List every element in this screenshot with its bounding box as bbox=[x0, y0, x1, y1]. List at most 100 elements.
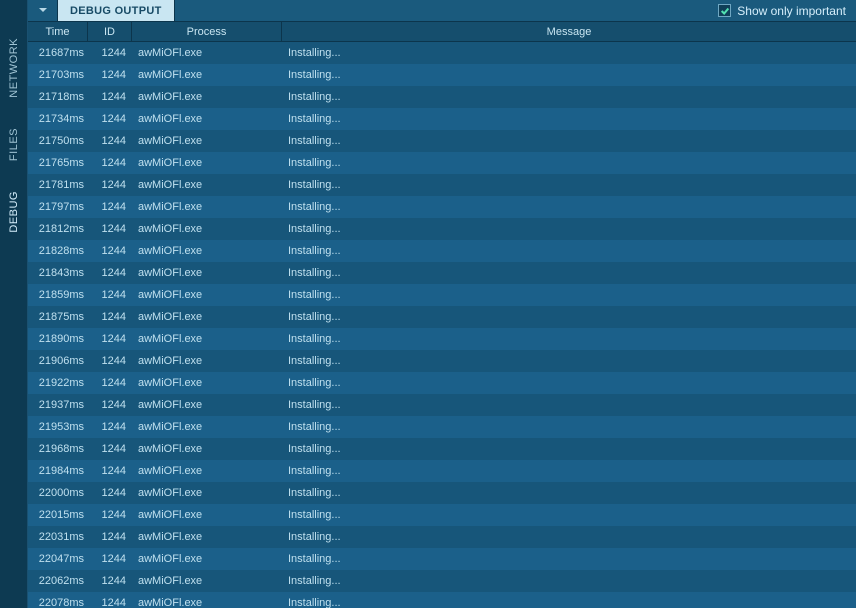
cell-message: Installing... bbox=[282, 135, 856, 147]
table-row[interactable]: 22000ms1244awMiOFl.exeInstalling... bbox=[28, 482, 856, 504]
cell-time: 21703ms bbox=[28, 69, 88, 81]
cell-process: awMiOFl.exe bbox=[132, 201, 282, 213]
side-tab-files[interactable]: FILES bbox=[8, 118, 20, 171]
table-row[interactable]: 21812ms1244awMiOFl.exeInstalling... bbox=[28, 218, 856, 240]
cell-time: 22047ms bbox=[28, 553, 88, 565]
cell-message: Installing... bbox=[282, 531, 856, 543]
table-row[interactable]: 21765ms1244awMiOFl.exeInstalling... bbox=[28, 152, 856, 174]
table-row[interactable]: 21890ms1244awMiOFl.exeInstalling... bbox=[28, 328, 856, 350]
table-row[interactable]: 21703ms1244awMiOFl.exeInstalling... bbox=[28, 64, 856, 86]
cell-time: 21734ms bbox=[28, 113, 88, 125]
show-only-important-toggle[interactable]: Show only important bbox=[708, 0, 856, 21]
cell-process: awMiOFl.exe bbox=[132, 509, 282, 521]
cell-message: Installing... bbox=[282, 553, 856, 565]
table-row[interactable]: 22078ms1244awMiOFl.exeInstalling... bbox=[28, 592, 856, 608]
cell-message: Installing... bbox=[282, 487, 856, 499]
cell-process: awMiOFl.exe bbox=[132, 575, 282, 587]
cell-process: awMiOFl.exe bbox=[132, 443, 282, 455]
cell-time: 21984ms bbox=[28, 465, 88, 477]
side-tab-network[interactable]: NETWORK bbox=[8, 28, 20, 108]
cell-id: 1244 bbox=[88, 267, 132, 279]
table-row[interactable]: 21906ms1244awMiOFl.exeInstalling... bbox=[28, 350, 856, 372]
table-row[interactable]: 21781ms1244awMiOFl.exeInstalling... bbox=[28, 174, 856, 196]
cell-message: Installing... bbox=[282, 421, 856, 433]
cell-message: Installing... bbox=[282, 201, 856, 213]
cell-time: 21765ms bbox=[28, 157, 88, 169]
table-row[interactable]: 22047ms1244awMiOFl.exeInstalling... bbox=[28, 548, 856, 570]
table-row[interactable]: 21875ms1244awMiOFl.exeInstalling... bbox=[28, 306, 856, 328]
cell-time: 21875ms bbox=[28, 311, 88, 323]
cell-id: 1244 bbox=[88, 377, 132, 389]
side-tab-debug[interactable]: DEBUG bbox=[8, 181, 20, 243]
cell-time: 21906ms bbox=[28, 355, 88, 367]
cell-id: 1244 bbox=[88, 421, 132, 433]
cell-time: 22078ms bbox=[28, 597, 88, 608]
cell-message: Installing... bbox=[282, 289, 856, 301]
checkbox-icon bbox=[718, 4, 731, 17]
column-header-id[interactable]: ID bbox=[88, 22, 132, 41]
column-header-time[interactable]: Time bbox=[28, 22, 88, 41]
cell-process: awMiOFl.exe bbox=[132, 267, 282, 279]
show-only-important-label: Show only important bbox=[737, 4, 846, 18]
table-row[interactable]: 21859ms1244awMiOFl.exeInstalling... bbox=[28, 284, 856, 306]
cell-id: 1244 bbox=[88, 465, 132, 477]
cell-id: 1244 bbox=[88, 311, 132, 323]
cell-id: 1244 bbox=[88, 69, 132, 81]
table-row[interactable]: 21937ms1244awMiOFl.exeInstalling... bbox=[28, 394, 856, 416]
cell-process: awMiOFl.exe bbox=[132, 47, 282, 59]
cell-process: awMiOFl.exe bbox=[132, 355, 282, 367]
cell-time: 21968ms bbox=[28, 443, 88, 455]
cell-process: awMiOFl.exe bbox=[132, 311, 282, 323]
cell-time: 22062ms bbox=[28, 575, 88, 587]
tab-debug-output[interactable]: DEBUG OUTPUT bbox=[58, 0, 175, 21]
table-row[interactable]: 21984ms1244awMiOFl.exeInstalling... bbox=[28, 460, 856, 482]
column-header-process[interactable]: Process bbox=[132, 22, 282, 41]
cell-message: Installing... bbox=[282, 399, 856, 411]
table-row[interactable]: 22062ms1244awMiOFl.exeInstalling... bbox=[28, 570, 856, 592]
cell-time: 21718ms bbox=[28, 91, 88, 103]
cell-message: Installing... bbox=[282, 333, 856, 345]
cell-time: 21890ms bbox=[28, 333, 88, 345]
table-row[interactable]: 21797ms1244awMiOFl.exeInstalling... bbox=[28, 196, 856, 218]
views-dropdown-button[interactable] bbox=[28, 0, 58, 21]
cell-message: Installing... bbox=[282, 597, 856, 608]
cell-message: Installing... bbox=[282, 311, 856, 323]
cell-process: awMiOFl.exe bbox=[132, 377, 282, 389]
table-body[interactable]: 21687ms1244awMiOFl.exeInstalling...21703… bbox=[28, 42, 856, 608]
cell-time: 22015ms bbox=[28, 509, 88, 521]
table-row[interactable]: 22031ms1244awMiOFl.exeInstalling... bbox=[28, 526, 856, 548]
cell-message: Installing... bbox=[282, 245, 856, 257]
table-row[interactable]: 21922ms1244awMiOFl.exeInstalling... bbox=[28, 372, 856, 394]
table-row[interactable]: 21718ms1244awMiOFl.exeInstalling... bbox=[28, 86, 856, 108]
table-row[interactable]: 21828ms1244awMiOFl.exeInstalling... bbox=[28, 240, 856, 262]
cell-process: awMiOFl.exe bbox=[132, 465, 282, 477]
cell-id: 1244 bbox=[88, 487, 132, 499]
table-row[interactable]: 21968ms1244awMiOFl.exeInstalling... bbox=[28, 438, 856, 460]
table-row[interactable]: 21953ms1244awMiOFl.exeInstalling... bbox=[28, 416, 856, 438]
cell-id: 1244 bbox=[88, 223, 132, 235]
cell-message: Installing... bbox=[282, 179, 856, 191]
table-row[interactable]: 21750ms1244awMiOFl.exeInstalling... bbox=[28, 130, 856, 152]
table-row[interactable]: 21687ms1244awMiOFl.exeInstalling... bbox=[28, 42, 856, 64]
cell-process: awMiOFl.exe bbox=[132, 245, 282, 257]
cell-message: Installing... bbox=[282, 575, 856, 587]
cell-process: awMiOFl.exe bbox=[132, 487, 282, 499]
cell-id: 1244 bbox=[88, 355, 132, 367]
cell-process: awMiOFl.exe bbox=[132, 531, 282, 543]
sidebar: NETWORK FILES DEBUG bbox=[0, 0, 28, 608]
cell-id: 1244 bbox=[88, 443, 132, 455]
table-row[interactable]: 22015ms1244awMiOFl.exeInstalling... bbox=[28, 504, 856, 526]
cell-id: 1244 bbox=[88, 157, 132, 169]
cell-process: awMiOFl.exe bbox=[132, 91, 282, 103]
table-row[interactable]: 21734ms1244awMiOFl.exeInstalling... bbox=[28, 108, 856, 130]
cell-time: 22031ms bbox=[28, 531, 88, 543]
cell-process: awMiOFl.exe bbox=[132, 399, 282, 411]
table-row[interactable]: 21843ms1244awMiOFl.exeInstalling... bbox=[28, 262, 856, 284]
cell-id: 1244 bbox=[88, 575, 132, 587]
cell-time: 21953ms bbox=[28, 421, 88, 433]
cell-process: awMiOFl.exe bbox=[132, 333, 282, 345]
cell-id: 1244 bbox=[88, 179, 132, 191]
cell-message: Installing... bbox=[282, 113, 856, 125]
cell-time: 21922ms bbox=[28, 377, 88, 389]
column-header-message[interactable]: Message bbox=[282, 22, 856, 41]
